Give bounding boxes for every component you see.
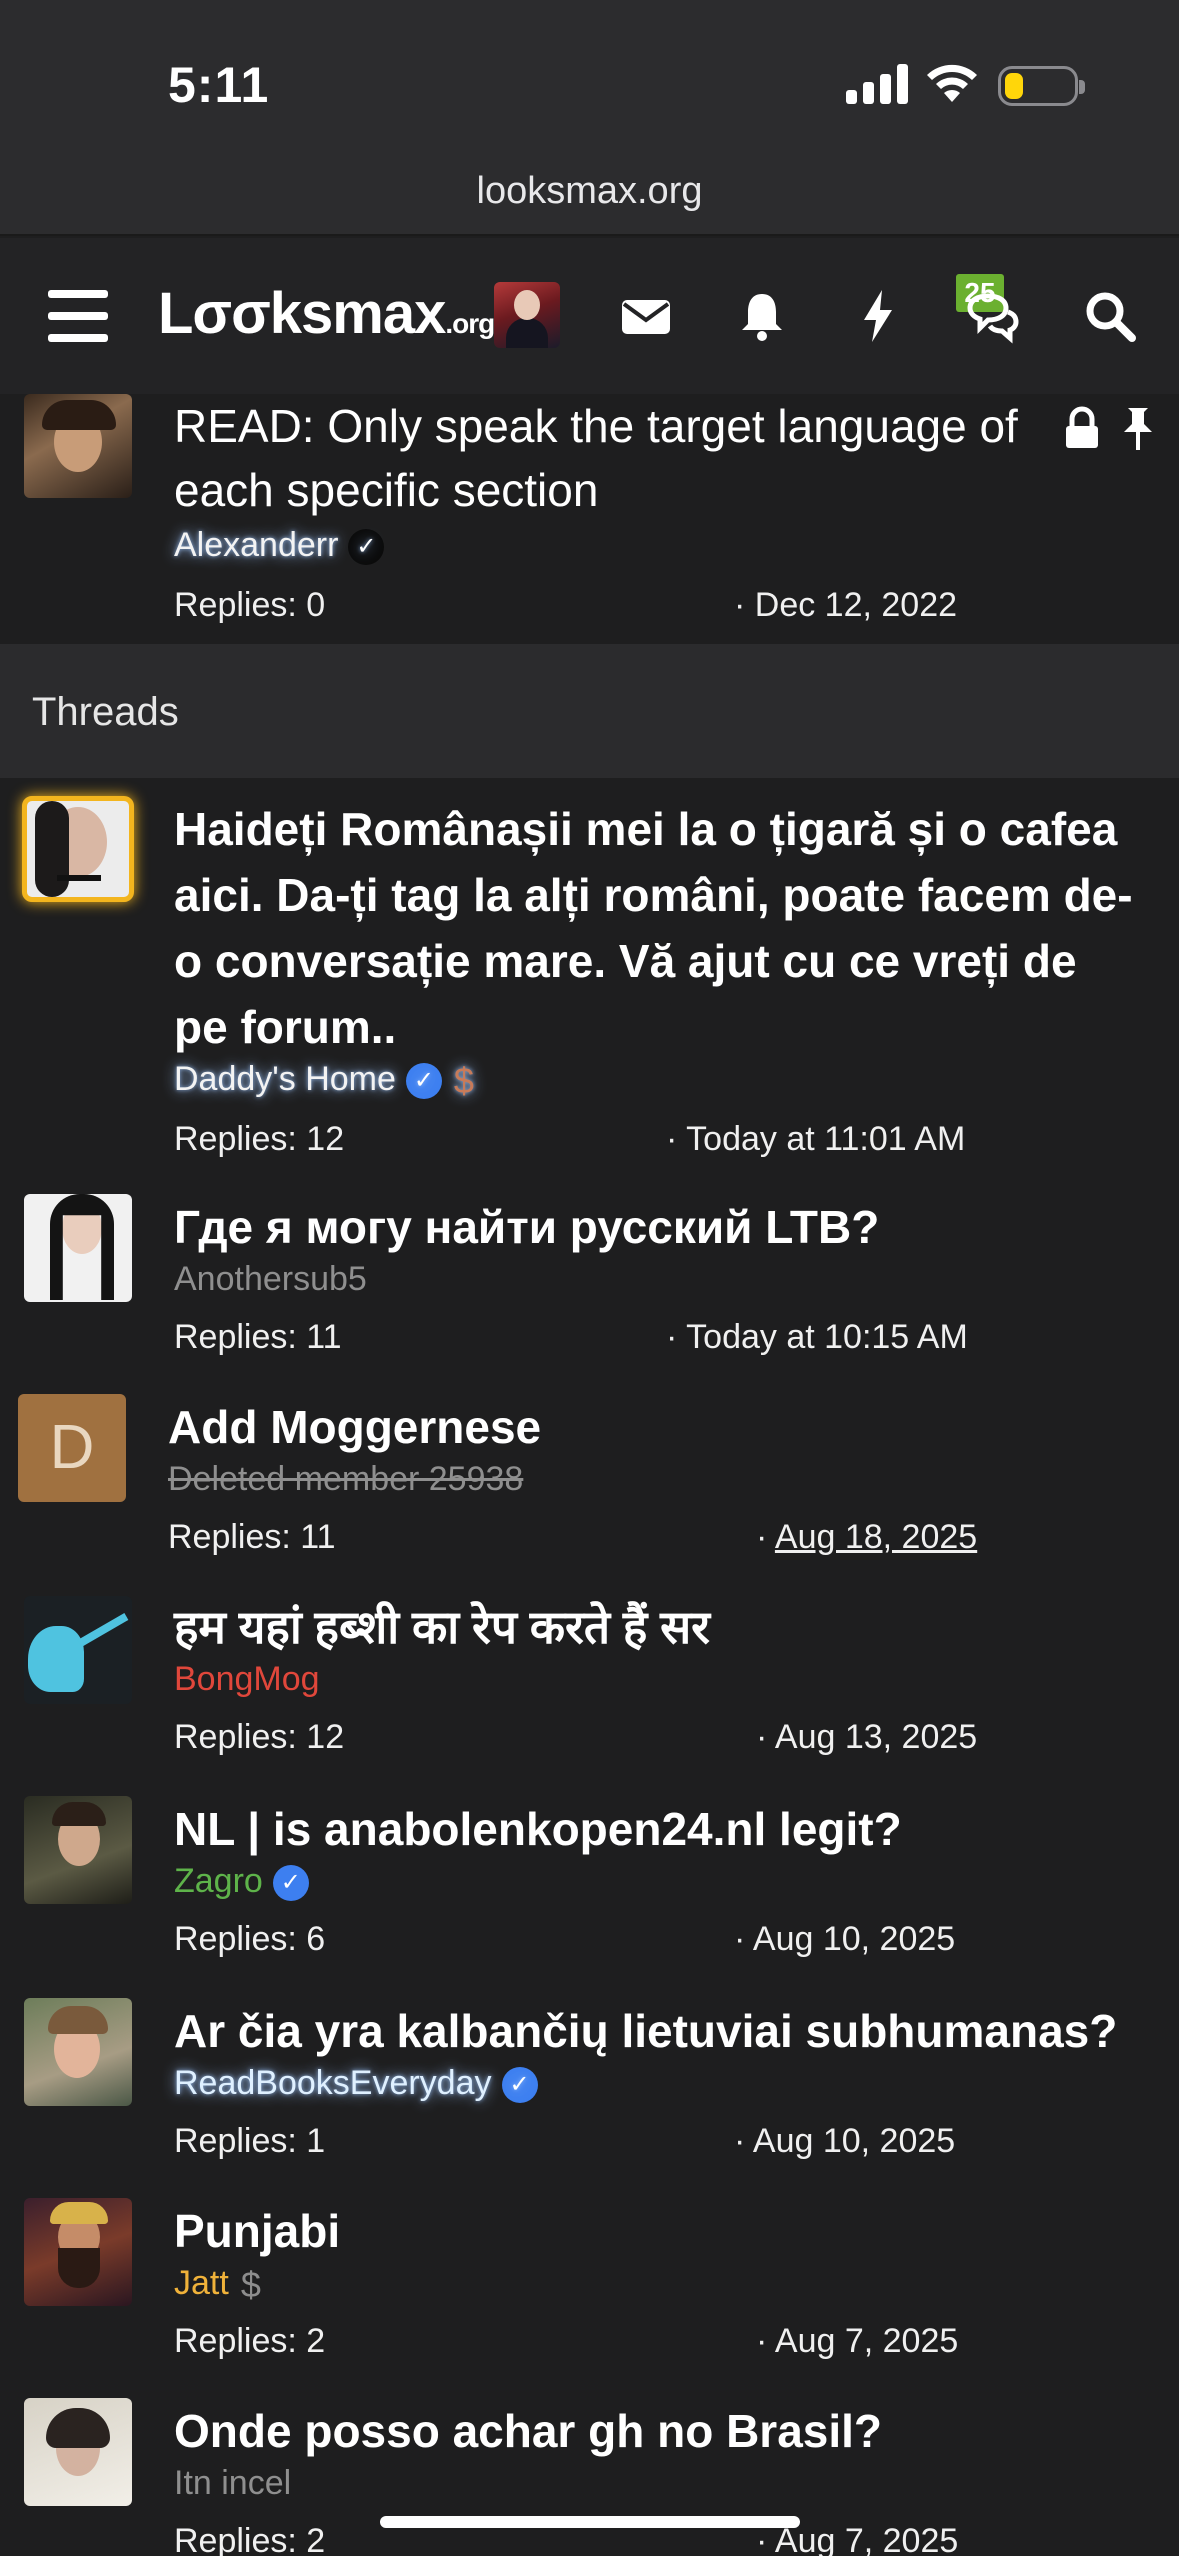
home-indicator[interactable] [380,2516,800,2528]
thread-avatar[interactable] [22,796,134,902]
thread-author[interactable]: Jatt $ [174,2264,261,2306]
thread-avatar[interactable] [24,2398,132,2506]
thread-title[interactable]: NL | is anabolenkopen24.nl legit? [174,1796,1134,1862]
author-name[interactable]: Daddy's Home [174,1060,396,1098]
thread-item[interactable]: हम यहां हब्शी का रेप करते हैं सर BongMog… [0,1594,1179,1762]
address-bar[interactable]: looksmax.org [0,150,1179,236]
site-logo[interactable]: Lσσksmax.org [158,280,495,347]
reply-count: Replies: 0 [174,586,326,624]
author-name[interactable]: Jatt [174,2264,229,2302]
thread-avatar[interactable] [24,1796,132,1904]
pin-icon [1124,408,1152,450]
date-link[interactable]: Aug 18, 2025 [775,1518,977,1556]
thread-item[interactable]: D Add Moggernese Deleted member 25938 Re… [0,1394,1179,1562]
thread-author[interactable]: ReadBooksEveryday ✓ [174,2064,538,2104]
thread-item[interactable]: NL | is anabolenkopen24.nl legit? Zagro ✓… [0,1796,1179,1964]
thread-author[interactable]: Anothersub5 [174,1260,367,1299]
verified-icon: ✓ [348,529,385,566]
thread-title[interactable]: Ar čia yra kalbančių lietuviai subhumana… [174,1998,1174,2064]
reply-count: Replies: 12 [174,1718,345,1756]
thread-date[interactable]: · Aug 10, 2025 [734,2122,955,2161]
lightning-icon[interactable] [848,286,908,346]
reply-count: Replies: 6 [174,1920,326,1958]
thread-item[interactable]: Где я могу найти русский LTB? Anothersub… [0,1194,1179,1362]
thread-title[interactable]: हम यहां हब्शी का रेप करते हैं सर [174,1594,1134,1660]
thread-title[interactable]: Haideți Românașii mei la o țigară și o c… [174,796,1134,1060]
signal-icon [846,64,908,104]
author-name[interactable]: Zagro [174,1862,263,1900]
site-navbar: Lσσksmax.org 25 [0,238,1179,394]
thread-date[interactable]: · Dec 12, 2022 [734,586,957,625]
bell-icon[interactable] [732,286,792,346]
status-bar: 5:11 [0,0,1179,150]
section-label: Threads [32,690,179,734]
thread-avatar[interactable] [24,394,132,498]
verified-icon: ✓ [272,1865,309,1902]
url-text[interactable]: looksmax.org [0,170,1179,213]
battery-icon [998,66,1085,106]
thread-author: Deleted member 25938 [168,1460,524,1498]
thread-item[interactable]: Ar čia yra kalbančių lietuviai subhumana… [0,1998,1179,2166]
user-avatar[interactable] [494,282,560,348]
thread-date[interactable]: · Aug 10, 2025 [734,1920,955,1959]
thread-title[interactable]: Punjabi [174,2198,1134,2264]
thread-avatar[interactable] [24,2198,132,2306]
thread-avatar[interactable] [24,1998,132,2106]
thread-item[interactable]: Punjabi Jatt $ Replies: 2 · Aug 7, 2025 [0,2198,1179,2366]
sticky-thread[interactable]: READ: Only speak the target language of … [0,394,1179,644]
thread-author[interactable]: Daddy's Home ✓ $ [174,1060,474,1102]
thread-item[interactable]: Haideți Românașii mei la o țigară și o c… [0,796,1179,1172]
thread-author[interactable]: Alexanderr ✓ [174,526,385,566]
dollar-icon: $ [240,2264,261,2306]
reply-count: Replies: 2 [174,2322,326,2360]
thread-author[interactable]: BongMog [174,1660,320,1699]
reply-count: Replies: 12 [174,1120,345,1158]
thread-avatar[interactable]: D [18,1394,126,1502]
thread-author[interactable]: Itn incel [174,2464,291,2503]
author-name[interactable]: Alexanderr [174,526,338,564]
thread-date[interactable]: · Today at 10:15 AM [666,1318,968,1357]
thread-date[interactable]: · Today at 11:01 AM [666,1120,965,1159]
reply-count: Replies: 1 [174,2122,326,2160]
reply-count: Replies: 11 [168,1518,336,1556]
search-icon[interactable] [1080,286,1140,346]
thread-author[interactable]: Zagro ✓ [174,1862,309,1902]
chat-icon[interactable] [962,286,1022,346]
hamburger-icon[interactable] [48,290,108,342]
thread-avatar[interactable] [24,1194,132,1302]
thread-title[interactable]: Onde posso achar gh no Brasil? [174,2398,1134,2464]
author-name[interactable]: ReadBooksEveryday [174,2064,492,2102]
mail-icon[interactable] [616,286,676,346]
thread-date[interactable]: · Aug 7, 2025 [756,2322,958,2361]
lock-icon [1066,406,1098,448]
thread-date[interactable]: · Aug 13, 2025 [756,1718,977,1757]
thread-avatar[interactable] [24,1596,132,1704]
thread-title[interactable]: Add Moggernese [168,1394,1128,1460]
logo-suffix: .org [445,308,495,339]
thread-title[interactable]: READ: Only speak the target language of … [174,394,1034,522]
status-time: 5:11 [168,57,270,113]
verified-icon: ✓ [501,2067,538,2104]
reply-count: Replies: 2 [174,2522,326,2556]
wifi-icon [927,64,977,102]
thread-title[interactable]: Где я могу найти русский LTB? [174,1194,1134,1260]
thread-item[interactable]: Onde posso achar gh no Brasil? Itn incel… [0,2398,1179,2556]
verified-icon: ✓ [405,1063,442,1100]
threads-section-header: Threads [0,644,1179,778]
reply-count: Replies: 11 [174,1318,342,1356]
thread-date[interactable]: · Aug 18, 2025 [756,1518,977,1557]
dollar-icon: $ [453,1060,474,1102]
date-prefix: · [756,1518,768,1556]
logo-text: Lσσksmax [158,281,446,346]
